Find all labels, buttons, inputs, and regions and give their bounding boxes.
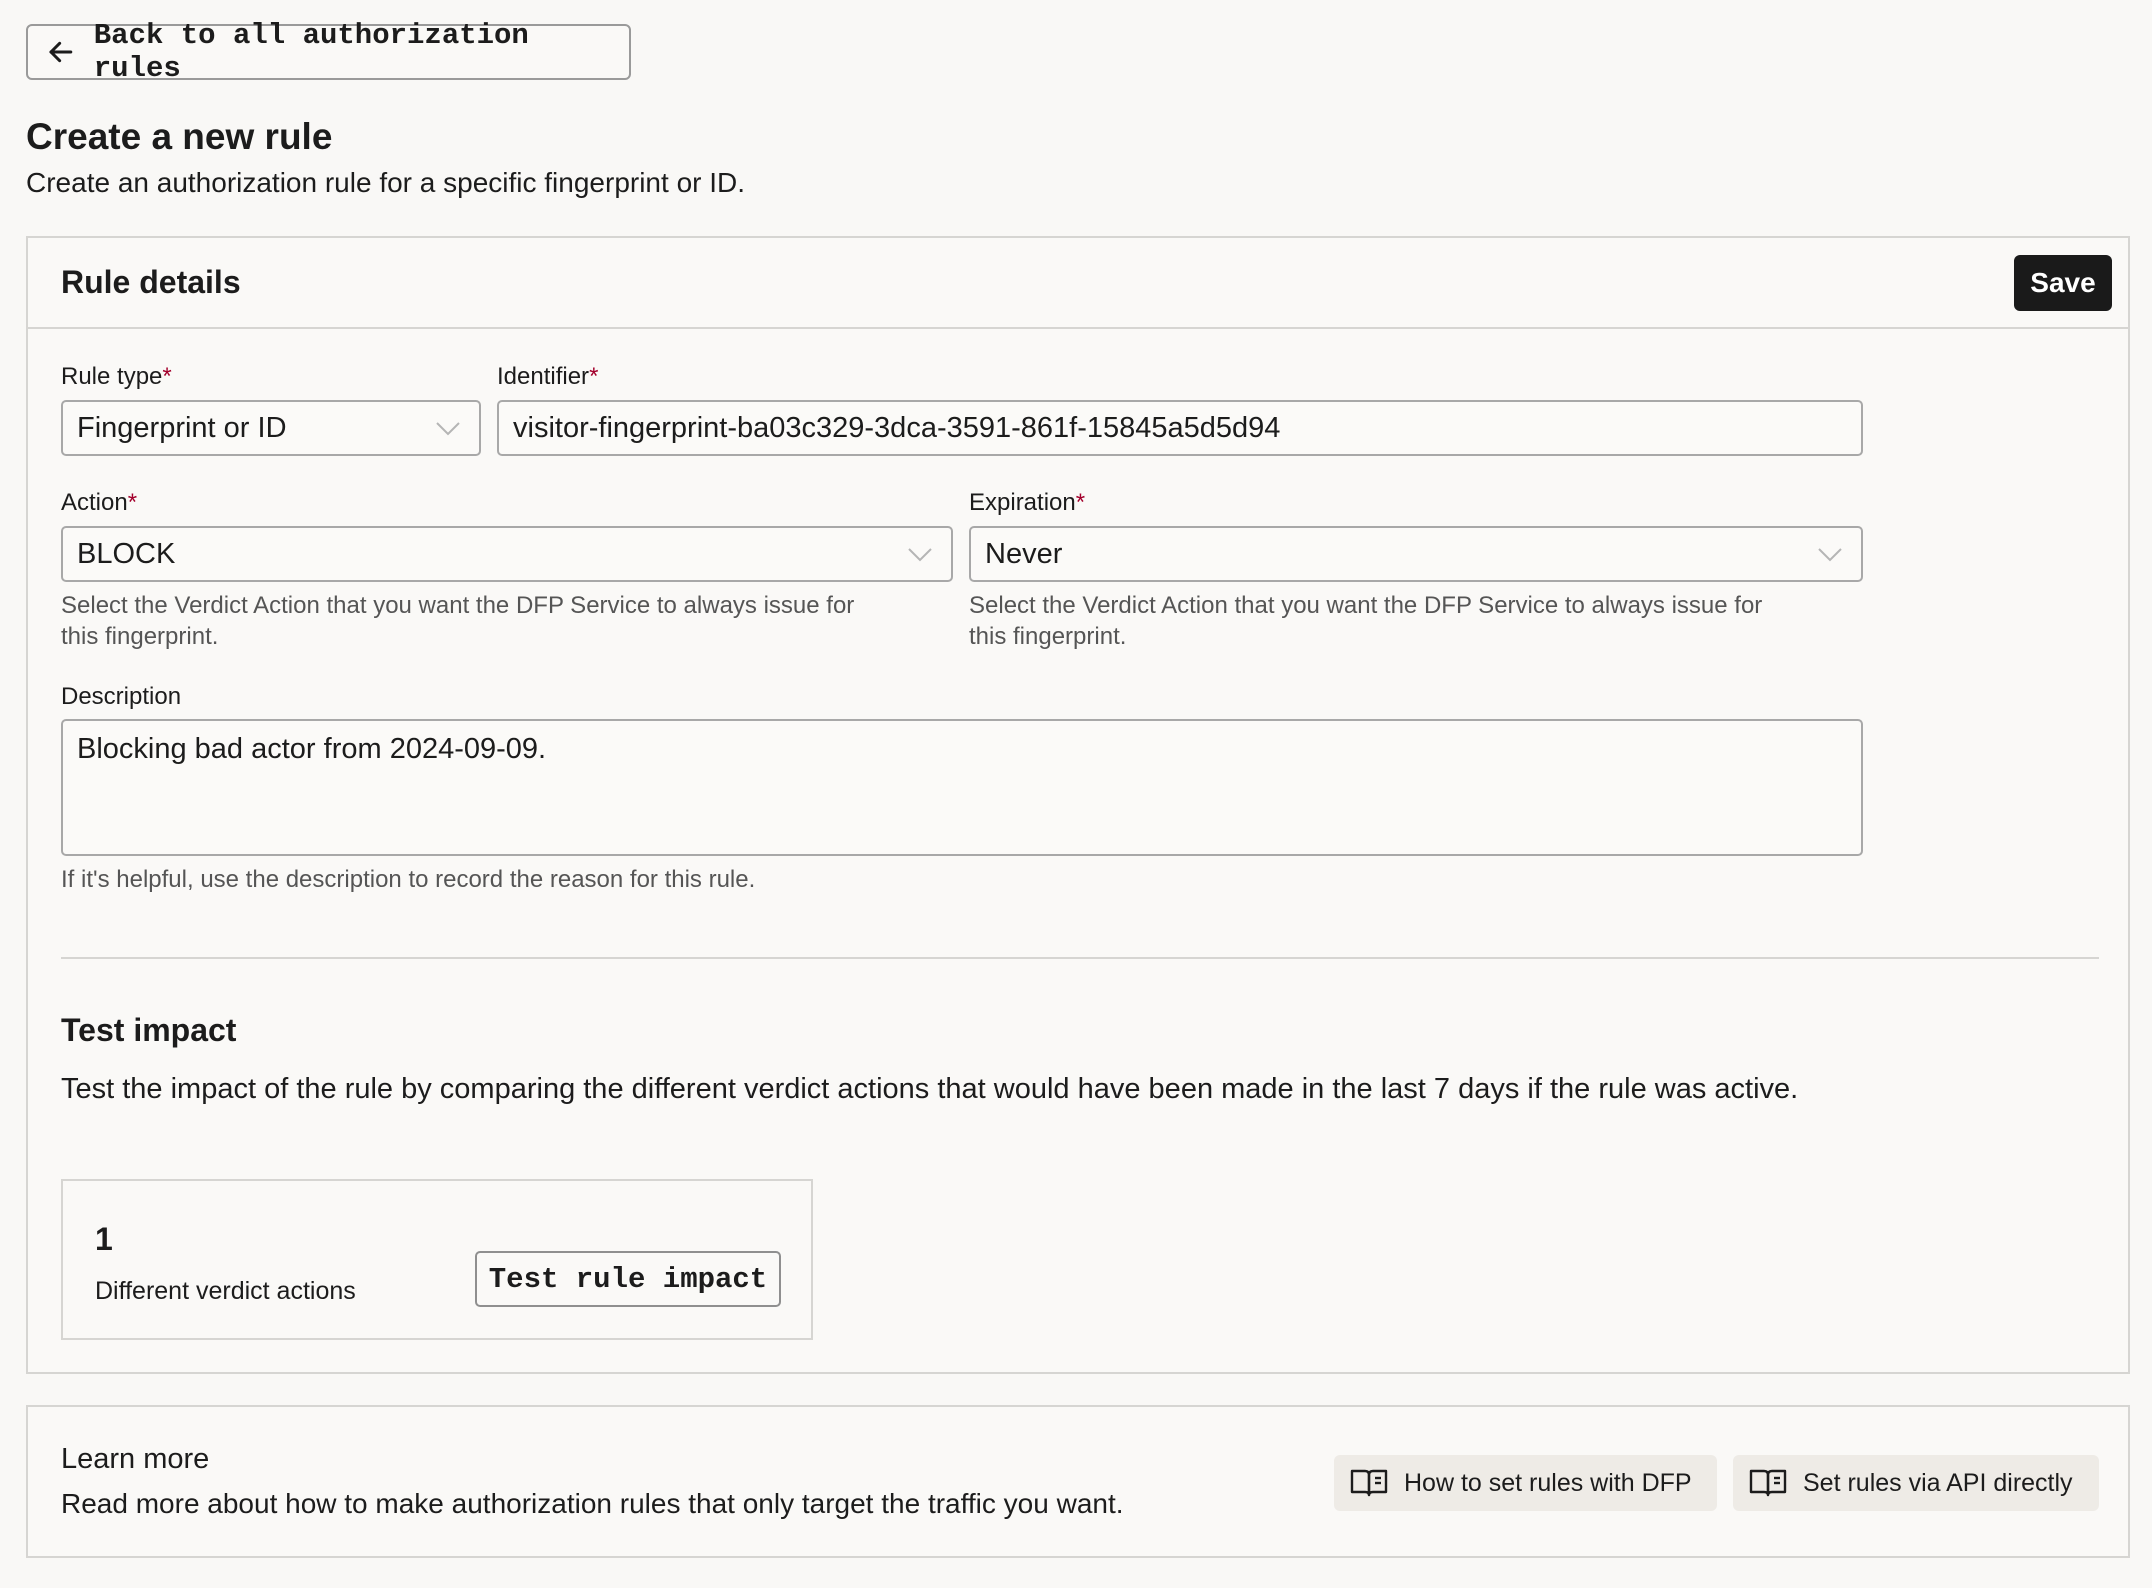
learn-more-description: Read more about how to make authorizatio… [61, 1488, 1124, 1520]
verdict-count-label: Different verdict actions [95, 1277, 356, 1306]
test-impact-description: Test the impact of the rule by comparing… [61, 1070, 1871, 1108]
link-label: How to set rules with DFP [1404, 1469, 1692, 1498]
rule-details-card: Rule details Save Rule type* Fingerprint… [26, 236, 2130, 1374]
rule-type-value: Fingerprint or ID [77, 412, 287, 445]
rule-details-header: Rule details Save [28, 238, 2128, 329]
book-icon [1749, 1468, 1787, 1498]
rule-type-select[interactable]: Fingerprint or ID [61, 400, 481, 456]
page-subtitle: Create an authorization rule for a speci… [26, 167, 745, 199]
description-label: Description [61, 683, 181, 711]
how-to-set-rules-link[interactable]: How to set rules with DFP [1334, 1455, 1717, 1511]
test-impact-summary: 1 Different verdict actions Test rule im… [61, 1179, 813, 1340]
back-to-rules-button[interactable]: Back to all authorization rules [26, 24, 631, 80]
chevron-down-icon [907, 544, 933, 564]
page-title: Create a new rule [26, 116, 332, 158]
identifier-input[interactable]: visitor-fingerprint-ba03c329-3dca-3591-8… [497, 400, 1863, 456]
learn-more-card: Learn more Read more about how to make a… [26, 1405, 2130, 1558]
description-value: Blocking bad actor from 2024-09-09. [77, 733, 546, 765]
arrow-left-icon [46, 37, 76, 67]
link-label: Set rules via API directly [1803, 1469, 2073, 1498]
required-mark: * [1076, 489, 1085, 516]
expiration-help-text: Select the Verdict Action that you want … [969, 590, 1762, 652]
verdict-count: 1 [95, 1221, 113, 1258]
identifier-label: Identifier* [497, 363, 598, 391]
test-impact-title: Test impact [61, 1012, 236, 1049]
page: Back to all authorization rules Create a… [0, 0, 2152, 1588]
book-icon [1350, 1468, 1388, 1498]
section-divider [61, 957, 2099, 959]
expiration-select[interactable]: Never [969, 526, 1863, 582]
action-select[interactable]: BLOCK [61, 526, 953, 582]
required-mark: * [128, 489, 137, 516]
required-mark: * [589, 363, 598, 390]
save-button[interactable]: Save [2014, 255, 2112, 311]
description-textarea[interactable]: Blocking bad actor from 2024-09-09. [61, 719, 1863, 856]
back-button-label: Back to all authorization rules [94, 19, 629, 85]
action-help-text: Select the Verdict Action that you want … [61, 590, 854, 652]
description-help-text: If it's helpful, use the description to … [61, 864, 755, 895]
required-mark: * [162, 363, 171, 390]
rule-type-label: Rule type* [61, 363, 172, 391]
chevron-down-icon [435, 418, 461, 438]
chevron-down-icon [1817, 544, 1843, 564]
identifier-value: visitor-fingerprint-ba03c329-3dca-3591-8… [513, 412, 1280, 445]
set-rules-via-api-link[interactable]: Set rules via API directly [1733, 1455, 2099, 1511]
learn-more-title: Learn more [61, 1443, 209, 1476]
expiration-value: Never [985, 538, 1062, 571]
action-label: Action* [61, 489, 137, 517]
action-value: BLOCK [77, 538, 175, 571]
expiration-label: Expiration* [969, 489, 1085, 517]
test-rule-impact-button[interactable]: Test rule impact [475, 1251, 781, 1307]
rule-details-title: Rule details [61, 264, 241, 301]
